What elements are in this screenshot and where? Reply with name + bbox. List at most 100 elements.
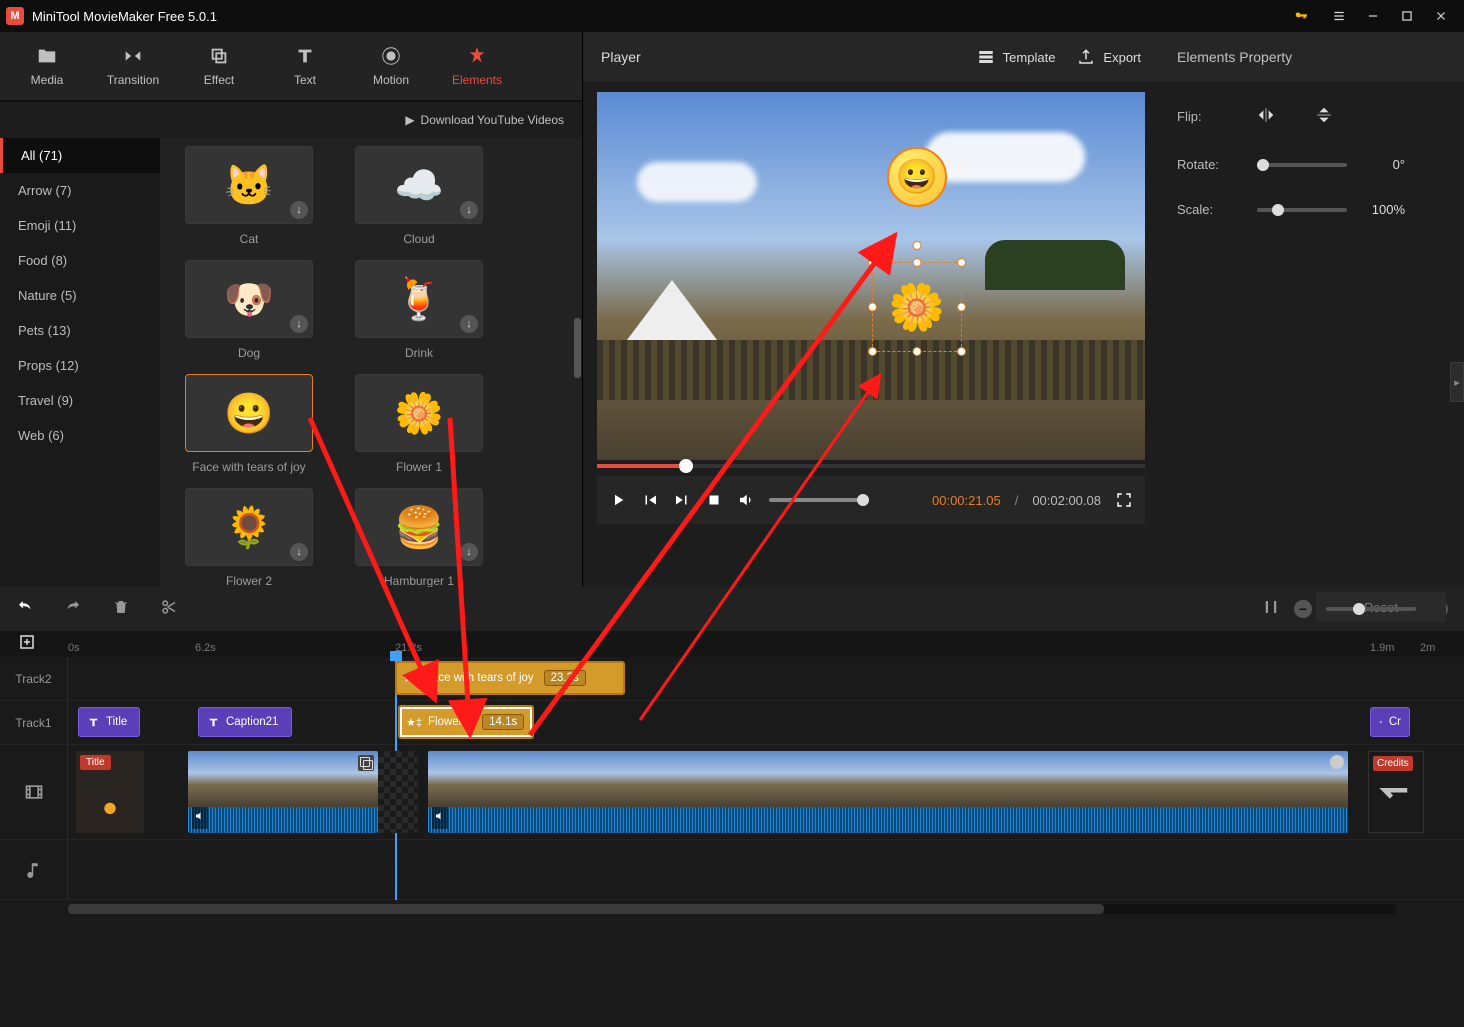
volume-button[interactable]	[737, 491, 755, 509]
text-icon	[294, 45, 316, 67]
download-youtube-link[interactable]: ▶Download YouTube Videos	[405, 113, 564, 127]
rotate-handle[interactable]	[913, 241, 922, 250]
properties-title: Elements Property	[1159, 32, 1464, 82]
zoom-slider[interactable]	[1326, 607, 1416, 611]
element-thumb-icon: 🌻	[224, 504, 274, 551]
clip-text-credits[interactable]: Cr	[1370, 707, 1410, 737]
preview-scrubber[interactable]	[597, 464, 1145, 468]
category-nature[interactable]: Nature (5)	[0, 278, 160, 313]
snap-button[interactable]	[1262, 598, 1280, 621]
category-list: All (71) Arrow (7) Emoji (11) Food (8) N…	[0, 138, 160, 587]
clip-text-caption[interactable]: Caption21	[198, 707, 292, 737]
element-card-cloud[interactable]: ☁️↓ Cloud	[344, 146, 494, 246]
template-button[interactable]: Template	[977, 48, 1056, 66]
preview-canvas[interactable]: 😀 🌼	[597, 92, 1145, 460]
resize-handle[interactable]	[868, 303, 877, 312]
next-frame-button[interactable]	[673, 491, 691, 509]
scrubber-knob[interactable]	[679, 459, 693, 473]
category-all[interactable]: All (71)	[0, 138, 160, 173]
download-icon[interactable]: ↓	[290, 543, 308, 561]
element-card-face-joy[interactable]: 😀 Face with tears of joy	[174, 374, 324, 474]
volume-icon[interactable]	[432, 807, 448, 829]
resize-handle[interactable]	[868, 258, 877, 267]
flip-vertical-button[interactable]	[1315, 106, 1333, 127]
element-card-flower2[interactable]: 🌻 ↓ Flower 2	[174, 488, 324, 587]
category-food[interactable]: Food (8)	[0, 243, 160, 278]
redo-button[interactable]	[64, 598, 82, 621]
download-icon[interactable]: ↓	[290, 201, 308, 219]
media-clip-credits[interactable]: Credits	[1368, 751, 1424, 833]
resize-handle[interactable]	[957, 303, 966, 312]
tab-elements[interactable]: Elements	[438, 45, 516, 87]
fullscreen-button[interactable]	[1115, 491, 1133, 509]
media-clip-video1[interactable]	[188, 751, 378, 833]
zoom-out-button[interactable]: −	[1294, 600, 1312, 618]
download-icon[interactable]: ↓	[460, 315, 478, 333]
timeline-scrollbar[interactable]	[68, 904, 1396, 914]
menu-icon[interactable]	[1322, 0, 1356, 32]
volume-slider[interactable]	[769, 498, 869, 502]
flip-horizontal-button[interactable]	[1257, 106, 1275, 127]
preview-flower-element[interactable]: 🌼	[872, 262, 962, 352]
clip-element-flower1[interactable]: ★‡ Flower 1 14.1s	[398, 705, 534, 739]
element-card-drink[interactable]: 🍹↓ Drink	[344, 260, 494, 360]
download-icon[interactable]: ↓	[290, 315, 308, 333]
minimize-button[interactable]	[1356, 0, 1390, 32]
add-track-button[interactable]	[18, 633, 36, 654]
clip-text-title[interactable]: Title	[78, 707, 140, 737]
preview-emoji-element[interactable]: 😀	[887, 147, 947, 207]
elements-scrollbar[interactable]	[574, 318, 581, 378]
activate-key-icon[interactable]	[1284, 0, 1318, 32]
tab-motion[interactable]: Motion	[352, 45, 430, 87]
media-lane[interactable]: Title Credits	[68, 745, 1464, 839]
element-card-dog[interactable]: 🐶↓ Dog	[174, 260, 324, 360]
scale-slider[interactable]	[1257, 208, 1347, 212]
resize-handle[interactable]	[868, 347, 877, 356]
category-travel[interactable]: Travel (9)	[0, 383, 160, 418]
collapse-properties-button[interactable]: ▸	[1450, 362, 1464, 402]
clip-element-face-joy[interactable]: ★‡ Face with tears of joy 23.2s	[395, 661, 625, 695]
play-button[interactable]	[609, 491, 627, 509]
resize-handle[interactable]	[913, 347, 922, 356]
category-arrow[interactable]: Arrow (7)	[0, 173, 160, 208]
download-icon[interactable]: ↓	[460, 201, 478, 219]
category-props[interactable]: Props (12)	[0, 348, 160, 383]
tab-text[interactable]: Text	[266, 45, 344, 87]
element-card-hamburger[interactable]: 🍔↓ Hamburger 1	[344, 488, 494, 587]
volume-icon[interactable]	[192, 807, 208, 829]
resize-handle[interactable]	[957, 258, 966, 267]
export-button[interactable]: Export	[1077, 48, 1141, 66]
element-label: Cloud	[344, 232, 494, 246]
category-emoji[interactable]: Emoji (11)	[0, 208, 160, 243]
element-label: Flower 2	[174, 574, 324, 587]
resize-handle[interactable]	[957, 347, 966, 356]
delete-button[interactable]	[112, 598, 130, 621]
element-card-flower1[interactable]: 🌼 Flower 1	[344, 374, 494, 474]
rotate-slider[interactable]	[1257, 163, 1347, 167]
category-web[interactable]: Web (6)	[0, 418, 160, 453]
stop-button[interactable]	[705, 491, 723, 509]
element-card-cat[interactable]: 🐱↓ Cat	[174, 146, 324, 246]
maximize-button[interactable]	[1390, 0, 1424, 32]
media-clip-video2[interactable]	[428, 751, 1348, 833]
scale-label: Scale:	[1177, 202, 1257, 217]
element-thumb-icon: 🌼	[394, 390, 444, 437]
properties-panel: Elements Property Flip: Rotate: 0° Scale…	[1159, 32, 1464, 587]
tab-transition[interactable]: Transition	[94, 45, 172, 87]
track-row-track1: Track1 Title Caption21 ★‡ Flower 1 14.1s…	[0, 701, 1464, 745]
track-lane[interactable]: Title Caption21 ★‡ Flower 1 14.1s Cr	[68, 701, 1464, 744]
tab-effect[interactable]: Effect	[180, 45, 258, 87]
close-button[interactable]	[1424, 0, 1458, 32]
prev-frame-button[interactable]	[641, 491, 659, 509]
track-lane[interactable]: ★‡ Face with tears of joy 23.2s	[68, 657, 1464, 700]
resize-handle[interactable]	[913, 258, 922, 267]
transition-slot[interactable]	[378, 751, 418, 833]
split-button[interactable]	[160, 598, 178, 621]
audio-lane[interactable]	[68, 840, 1464, 899]
timeline-ruler[interactable]: 0s 6.2s 21.2s 1.9m 2m	[0, 631, 1464, 657]
media-clip-title[interactable]: Title	[76, 751, 144, 833]
category-pets[interactable]: Pets (13)	[0, 313, 160, 348]
download-icon[interactable]: ↓	[460, 543, 478, 561]
undo-button[interactable]	[16, 598, 34, 621]
tab-media[interactable]: Media	[8, 45, 86, 87]
